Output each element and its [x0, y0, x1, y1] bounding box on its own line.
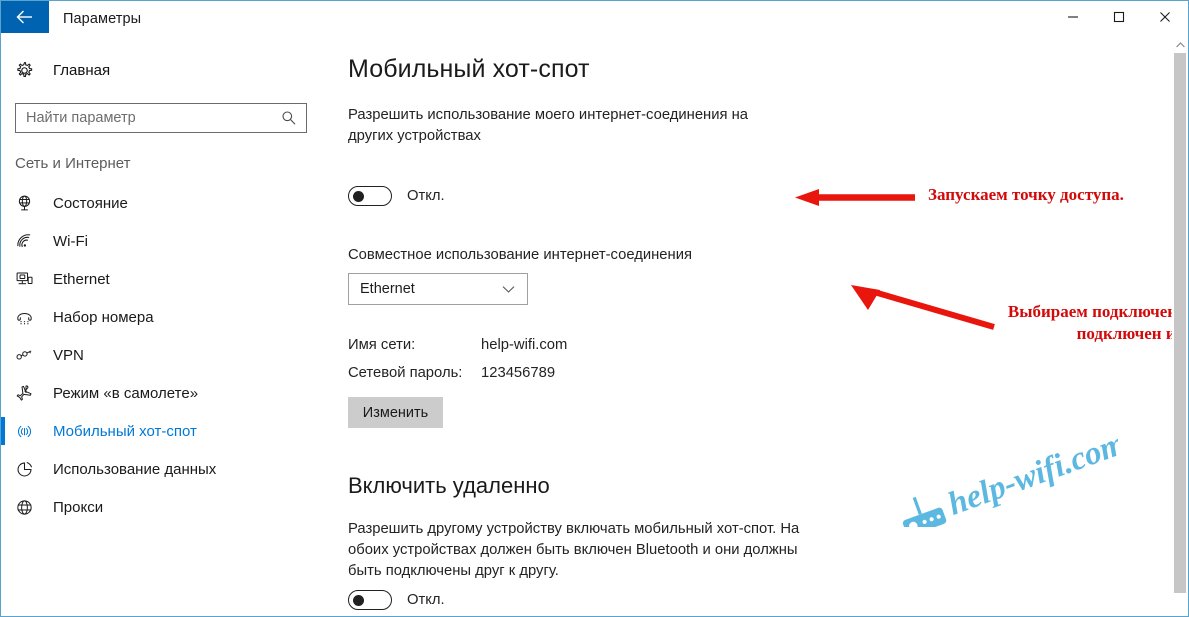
- watermark-text: help-wifi.com: [943, 432, 1118, 523]
- table-row: Сетевой пароль: 123456789: [348, 359, 567, 387]
- window-controls: [1050, 1, 1188, 37]
- ethernet-icon: [15, 270, 49, 289]
- vertical-scrollbar[interactable]: [1172, 37, 1188, 616]
- chevron-up-icon: [1175, 42, 1185, 48]
- hotspot-description: Разрешить использование моего интернет-с…: [348, 107, 749, 144]
- back-button[interactable]: [1, 1, 49, 33]
- maximize-icon: [1113, 11, 1125, 23]
- sidebar-item-data-usage[interactable]: Использование данных: [1, 450, 323, 488]
- dialup-phone-icon: [15, 308, 49, 327]
- share-connection-select[interactable]: Ethernet: [348, 273, 528, 305]
- sidebar-item-proxy-label: Прокси: [53, 498, 104, 516]
- sidebar-item-dialup-label: Набор номера: [53, 308, 154, 326]
- share-connection-label: Совместное использование интернет-соедин…: [348, 247, 692, 263]
- globe-proxy-icon: [15, 498, 49, 517]
- sidebar-item-wifi[interactable]: Wi-Fi: [1, 222, 323, 260]
- back-arrow-icon: [16, 10, 32, 24]
- network-password-key: Сетевой пароль:: [348, 365, 463, 381]
- sidebar-item-vpn-label: VPN: [53, 346, 84, 364]
- search-icon[interactable]: [281, 110, 306, 126]
- annotation-arrow-1: [795, 189, 915, 206]
- minimize-button[interactable]: [1050, 1, 1096, 33]
- router-icon: [902, 496, 947, 527]
- hotspot-toggle-row: Откл.: [348, 186, 445, 206]
- toggle-knob: [353, 190, 364, 202]
- network-info-table: Имя сети: help-wifi.com Сетевой пароль: …: [348, 331, 567, 387]
- window-title: Параметры: [63, 11, 142, 27]
- title-bar: Параметры: [1, 1, 1188, 37]
- pie-chart-icon: [15, 460, 49, 479]
- toggle-knob: [353, 594, 364, 606]
- sidebar-item-ethernet-label: Ethernet: [53, 270, 110, 288]
- sidebar-item-airplane-mode[interactable]: Режим «в самолете»: [1, 374, 323, 412]
- remote-enable-title: Включить удаленно: [348, 473, 550, 498]
- globe-status-icon: [15, 194, 49, 213]
- network-password-value: 123456789: [481, 365, 556, 381]
- search-input[interactable]: [16, 104, 281, 132]
- sidebar-item-dialup[interactable]: Набор номера: [1, 298, 323, 336]
- sidebar-item-mobile-hotspot[interactable]: Мобильный хот-спот: [1, 412, 323, 450]
- search-box[interactable]: [15, 103, 307, 133]
- annotation-arrow-2: [851, 285, 995, 330]
- vpn-key-icon: [15, 346, 49, 365]
- chevron-down-icon: [502, 285, 527, 294]
- sidebar-item-home[interactable]: Главная: [1, 52, 323, 88]
- close-icon: [1160, 12, 1170, 22]
- page-title: Мобильный хот-спот: [348, 55, 590, 83]
- minimize-icon: [1068, 16, 1078, 18]
- edit-button[interactable]: Изменить: [348, 397, 443, 428]
- hotspot-toggle-state: Откл.: [407, 188, 445, 204]
- share-connection-value: Ethernet: [360, 281, 415, 297]
- remote-enable-description: Разрешить другому устройству включать мо…: [348, 521, 800, 579]
- sidebar-item-proxy[interactable]: Прокси: [1, 488, 323, 526]
- main-content: Мобильный хот-спот Разрешить использован…: [323, 37, 1188, 616]
- scroll-up-button[interactable]: [1172, 37, 1188, 53]
- sidebar-item-ethernet[interactable]: Ethernet: [1, 260, 323, 298]
- sidebar-item-vpn[interactable]: VPN: [1, 336, 323, 374]
- gear-icon: [15, 61, 49, 80]
- close-button[interactable]: [1142, 1, 1188, 33]
- sidebar-nav-list: Состояние Wi-Fi Ethernet Набор номера VP…: [1, 184, 323, 526]
- table-row: Имя сети: help-wifi.com: [348, 331, 567, 359]
- sidebar-item-data-usage-label: Использование данных: [53, 460, 217, 478]
- watermark: help-wifi.com: [902, 432, 1118, 527]
- network-name-key: Имя сети:: [348, 337, 416, 353]
- sidebar-item-wifi-label: Wi-Fi: [53, 232, 88, 250]
- network-name-value: help-wifi.com: [481, 337, 568, 353]
- wifi-icon: [15, 232, 49, 251]
- remote-enable-toggle[interactable]: [348, 590, 392, 610]
- sidebar: Главная Сеть и Интернет: [1, 37, 323, 616]
- annotation-note-1: Запускаем точку доступа.: [928, 185, 1124, 204]
- sidebar-section-title: Сеть и Интернет: [15, 155, 131, 172]
- sidebar-item-status[interactable]: Состояние: [1, 184, 323, 222]
- hotspot-toggle[interactable]: [348, 186, 392, 206]
- remote-enable-toggle-state: Откл.: [407, 592, 445, 608]
- sidebar-item-home-label: Главная: [53, 61, 111, 79]
- scrollbar-thumb[interactable]: [1174, 53, 1186, 593]
- sidebar-item-airplane-mode-label: Режим «в самолете»: [53, 384, 199, 402]
- remote-enable-toggle-row: Откл.: [348, 590, 445, 610]
- sidebar-item-mobile-hotspot-label: Мобильный хот-спот: [53, 422, 197, 440]
- annotation-note-2: Выбираем подключение, через которое подк…: [1007, 302, 1188, 343]
- hotspot-broadcast-icon: [15, 422, 49, 441]
- sidebar-item-status-label: Состояние: [53, 194, 128, 212]
- maximize-button[interactable]: [1096, 1, 1142, 33]
- settings-window: Параметры Главная Найти параметр Сеть и …: [0, 0, 1189, 617]
- airplane-icon: [15, 384, 49, 403]
